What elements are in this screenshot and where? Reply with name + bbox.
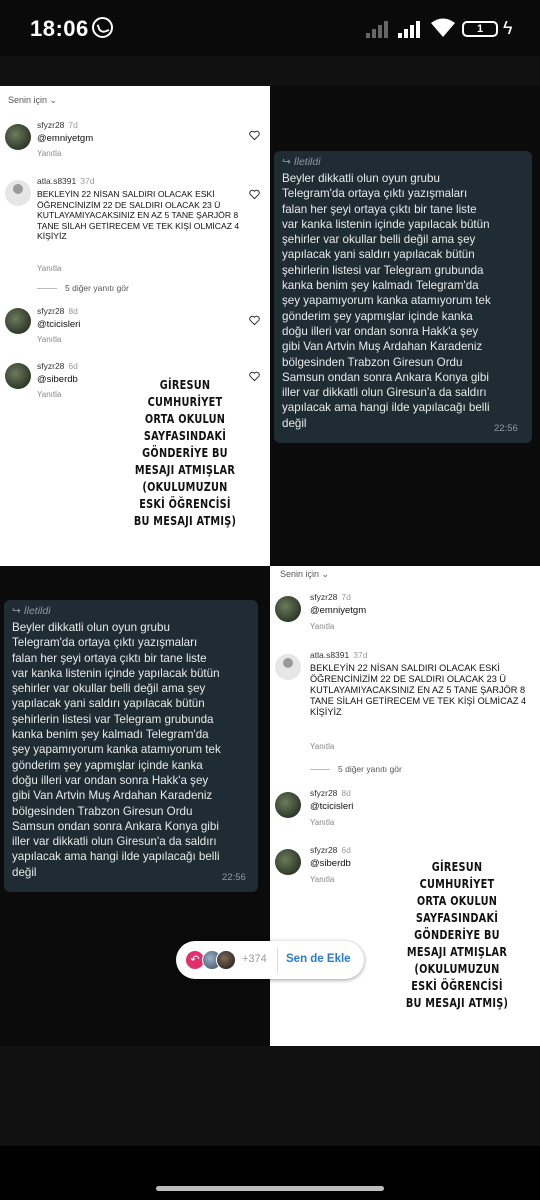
comment-user: sfyzr28 7d (310, 592, 351, 602)
avatar (5, 308, 31, 334)
viewers-pill[interactable]: ↶ +374 Sen de Ekle (176, 941, 364, 979)
comment-user: sfyzr28 8d (37, 306, 78, 316)
comment-text: @tcicisleri (310, 801, 354, 812)
signal-icon (398, 20, 420, 38)
feed-label: Senin için ⌄ (280, 569, 330, 579)
reply-link[interactable]: Yanıtla (37, 264, 61, 273)
reply-link[interactable]: Yanıtla (37, 390, 61, 399)
comment-text: BEKLEYİN 22 NİSAN SALDIRI OLACAK ESKİ ÖĞ… (310, 663, 527, 717)
forwarded-label: İletildi (282, 156, 321, 168)
comment-text: @siberdb (37, 374, 78, 385)
navigation-bar (0, 1146, 540, 1200)
reply-link[interactable]: Yanıtla (37, 149, 61, 158)
avatar (275, 849, 301, 875)
message-time: 22:56 (494, 423, 518, 434)
message-text: Beyler dikkatli olun oyun grubu Telegram… (12, 621, 221, 879)
comment-user: sfyzr28 6d (310, 845, 351, 855)
status-bar: 18:06 1 ϟ (0, 0, 540, 56)
message-time: 22:56 (222, 872, 246, 883)
divider (277, 947, 278, 973)
heart-icon[interactable] (249, 189, 260, 200)
avatar (5, 363, 31, 389)
avatar (216, 950, 236, 970)
forwarded-label: İletildi (12, 605, 51, 617)
message-bubble: İletildi Beyler dikkatli olun oyun grubu… (4, 600, 258, 892)
comment-text: BEKLEYİN 22 NİSAN SALDIRI OLACAK ESKİ ÖĞ… (37, 189, 240, 242)
chat-screenshot-top: İletildi Beyler dikkatli olun oyun grubu… (270, 86, 540, 566)
comment-user: sfyzr28 8d (310, 788, 351, 798)
comment-text: @siberdb (310, 858, 351, 869)
reply-link[interactable]: Yanıtla (310, 818, 334, 827)
more-replies-link[interactable]: 5 diğer yanıtı gör (310, 764, 402, 774)
reply-link[interactable]: Yanıtla (37, 335, 61, 344)
reply-link[interactable]: Yanıtla (310, 742, 334, 751)
more-replies-link[interactable]: 5 diğer yanıtı gör (37, 283, 129, 293)
comment-user: atla.s8391 37d (37, 176, 95, 186)
comment-text: @emniyetgm (37, 133, 94, 144)
comment-text: @emniyetgm (310, 605, 367, 616)
battery-icon: 1 (462, 21, 498, 37)
comments-screenshot-top: Senin için ⌄ sfyzr28 7d @emniyetgm Yanıtl… (0, 86, 270, 594)
battery-level: 1 (476, 23, 484, 35)
avatar (275, 792, 301, 818)
story-content[interactable]: Senin için ⌄ sfyzr28 7d @emniyetgm Yanıtl… (0, 56, 540, 1146)
signal-icon (366, 20, 388, 38)
reply-link[interactable]: Yanıtla (310, 622, 334, 631)
wifi-icon (431, 18, 455, 37)
whatsapp-icon (92, 17, 113, 38)
avatar (5, 180, 31, 206)
comment-user: sfyzr28 7d (37, 120, 78, 130)
heart-icon[interactable] (249, 315, 260, 326)
status-time: 18:06 (30, 16, 89, 41)
home-gesture-handle[interactable] (156, 1186, 384, 1191)
comment-user: atla.s8391 37d (310, 650, 368, 660)
reply-link[interactable]: Yanıtla (310, 875, 334, 884)
avatar (5, 124, 31, 150)
handwritten-note: GİRESUN CUMHURİYET ORTA OKULUN SAYFASIND… (405, 859, 509, 1010)
message-text: Beyler dikkatli olun oyun grubu Telegram… (282, 172, 491, 430)
add-yours-button[interactable]: Sen de Ekle (286, 953, 351, 965)
charging-icon: ϟ (503, 18, 513, 38)
avatar (275, 654, 301, 680)
comment-user: sfyzr28 6d (37, 361, 78, 371)
feed-label: Senin için ⌄ (8, 95, 58, 105)
heart-icon[interactable] (249, 371, 260, 382)
viewer-count: +374 (242, 953, 267, 965)
message-bubble: İletildi Beyler dikkatli olun oyun grubu… (274, 151, 532, 443)
handwritten-note: GİRESUN CUMHURİYET ORTA OKULUN SAYFASIND… (133, 377, 237, 528)
avatar (275, 596, 301, 622)
comment-text: @tcicisleri (37, 319, 81, 330)
heart-icon[interactable] (249, 130, 260, 141)
